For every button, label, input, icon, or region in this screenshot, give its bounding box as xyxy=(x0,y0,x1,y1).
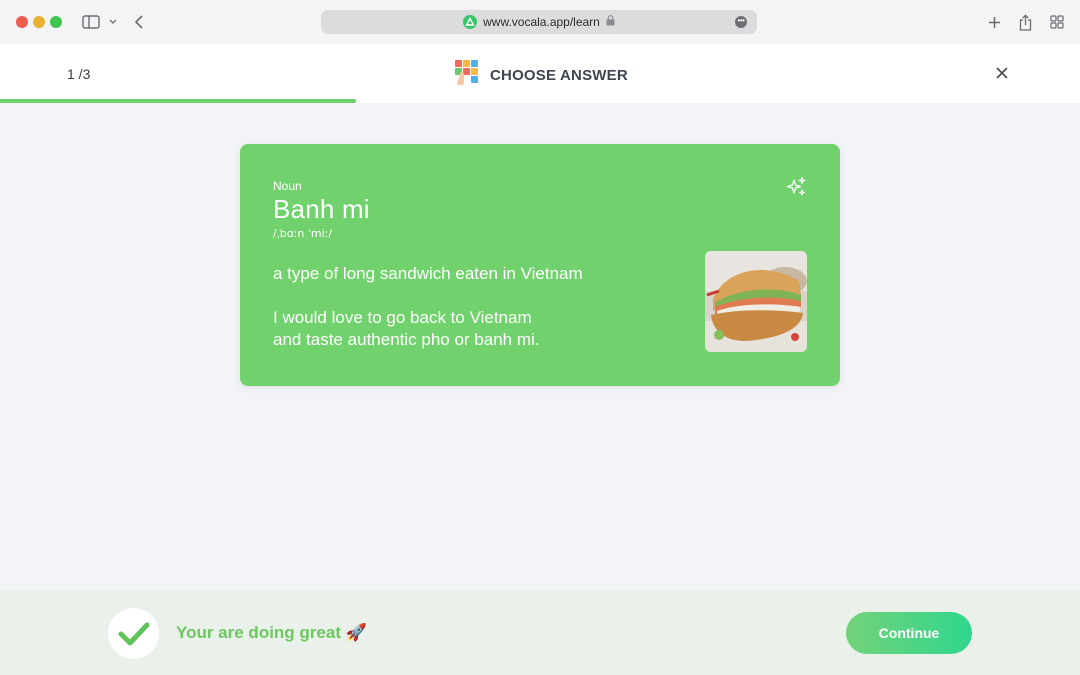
more-options-icon[interactable]: ••• xyxy=(735,16,747,28)
vocabulary-card: Noun Banh mi /ˌbɑːn ˈmiː/ a type of long… xyxy=(240,144,840,386)
example-line-2: and taste authentic pho or banh mi. xyxy=(273,330,540,349)
share-icon[interactable] xyxy=(1018,12,1032,32)
abc-blocks-icon xyxy=(454,58,482,93)
close-window-button[interactable] xyxy=(16,16,28,28)
exercise-title-text: CHOOSE ANSWER xyxy=(490,67,628,84)
example-sentence: I would love to go back to Vietnam and t… xyxy=(273,307,603,351)
vocabulary-word: Banh mi xyxy=(273,194,370,224)
pronunciation: /ˌbɑːn ˈmiː/ xyxy=(273,227,333,240)
minimize-window-button[interactable] xyxy=(33,16,45,28)
success-badge xyxy=(108,608,159,659)
address-bar[interactable]: www.vocala.app/learn ••• xyxy=(321,10,757,34)
banh-mi-photo xyxy=(705,251,807,352)
word-definition: a type of long sandwich eaten in Vietnam xyxy=(273,264,583,283)
sidebar-toggle-icon[interactable] xyxy=(82,12,100,32)
back-arrow-icon[interactable] xyxy=(133,12,145,32)
browser-toolbar: www.vocala.app/learn ••• xyxy=(0,0,1080,44)
feedback-footer: Your are doing great 🚀 Continue xyxy=(0,590,1080,675)
feedback-message: Your are doing great 🚀 xyxy=(176,623,367,642)
lesson-header: 1 /3 CHOOSE ANSWER xyxy=(0,44,1080,102)
example-line-1: I would love to go back to Vietnam xyxy=(273,308,532,327)
close-lesson-button[interactable] xyxy=(994,65,1010,81)
continue-button[interactable]: Continue xyxy=(846,612,972,654)
part-of-speech: Noun xyxy=(273,179,302,193)
exercise-title: CHOOSE ANSWER xyxy=(454,58,628,93)
site-logo-icon xyxy=(463,15,478,29)
zoom-window-button[interactable] xyxy=(50,16,62,28)
lesson-progress-fill xyxy=(0,99,357,103)
lock-icon xyxy=(606,15,615,29)
new-tab-icon[interactable] xyxy=(987,12,1001,32)
close-icon xyxy=(996,67,1008,79)
tab-overview-icon[interactable] xyxy=(1049,12,1065,32)
question-counter: 1 /3 xyxy=(67,66,91,82)
lesson-progress-bar xyxy=(0,99,1080,103)
sparkle-icon[interactable] xyxy=(785,176,807,198)
checkmark-icon xyxy=(118,622,149,645)
url-text: www.vocala.app/learn xyxy=(483,15,600,29)
chevron-down-icon[interactable] xyxy=(108,12,118,32)
